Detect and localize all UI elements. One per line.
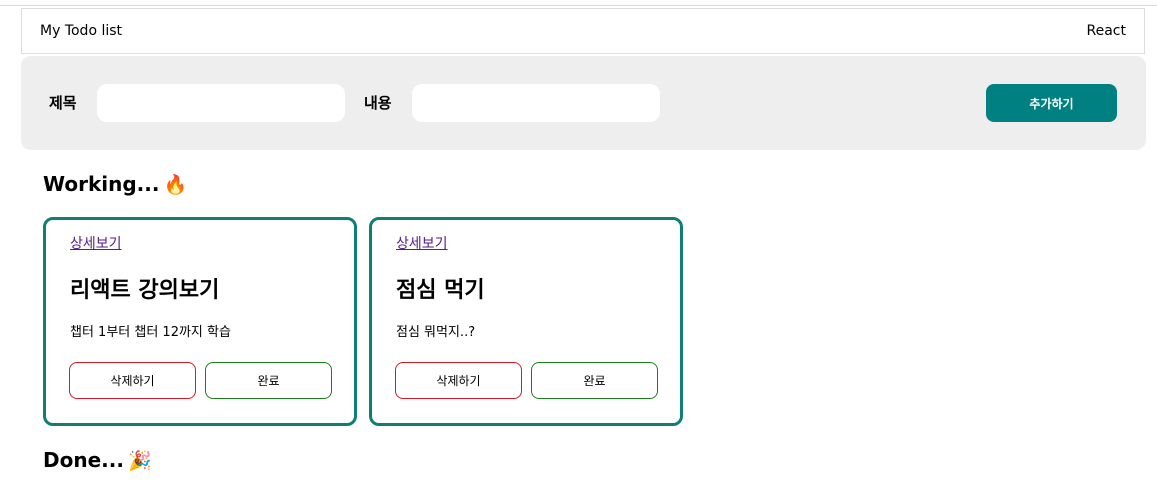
complete-button[interactable]: 완료 (205, 362, 332, 399)
detail-link[interactable]: 상세보기 (70, 233, 122, 253)
todo-card: 상세보기 리액트 강의보기 챕터 1부터 챕터 12까지 학습 삭제하기 완료 (43, 217, 357, 426)
top-divider (0, 5, 1157, 6)
add-todo-form: 제목 내용 추가하기 (21, 56, 1146, 150)
title-input[interactable] (97, 84, 345, 122)
app-header: My Todo list React (21, 8, 1145, 54)
todo-card: 상세보기 점심 먹기 점심 뭐먹지..? 삭제하기 완료 (369, 217, 683, 426)
title-label: 제목 (49, 94, 77, 112)
working-heading: Working... 🔥 (43, 172, 187, 196)
done-heading: Done... 🎉 (43, 448, 152, 472)
todo-body: 점심 뭐먹지..? (396, 325, 476, 340)
todo-body: 챕터 1부터 챕터 12까지 학습 (70, 325, 231, 340)
complete-button[interactable]: 완료 (531, 362, 658, 399)
delete-button[interactable]: 삭제하기 (69, 362, 196, 399)
brand-label: React (1086, 23, 1126, 39)
detail-link[interactable]: 상세보기 (396, 233, 448, 253)
todo-title: 리액트 강의보기 (70, 278, 220, 303)
delete-button[interactable]: 삭제하기 (395, 362, 522, 399)
fire-icon: 🔥 (163, 173, 188, 196)
content-input[interactable] (412, 84, 660, 122)
content-label: 내용 (364, 94, 392, 112)
party-popper-icon: 🎉 (127, 449, 152, 472)
todo-title: 점심 먹기 (396, 278, 485, 303)
add-button[interactable]: 추가하기 (986, 84, 1117, 122)
working-heading-text: Working... (43, 172, 160, 196)
app-title: My Todo list (40, 23, 123, 39)
done-heading-text: Done... (43, 448, 124, 472)
